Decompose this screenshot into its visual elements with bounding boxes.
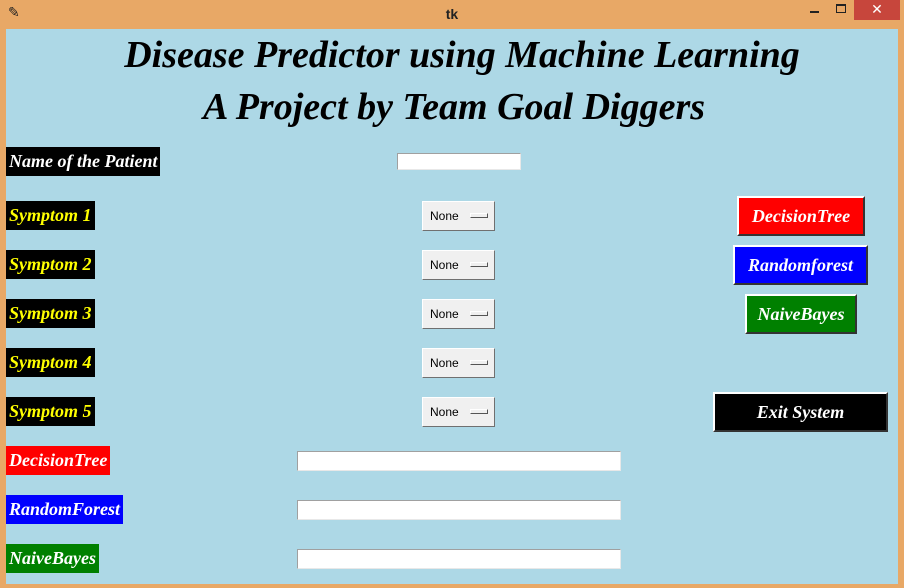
exit-system-button[interactable]: Exit System: [713, 392, 888, 432]
window-titlebar[interactable]: ✎ tk ✕: [0, 0, 904, 28]
symptom-4-dropdown[interactable]: None: [422, 348, 495, 378]
naive-bayes-result-label: NaiveBayes: [6, 544, 99, 573]
main-window: Disease Predictor using Machine Learning…: [6, 29, 898, 584]
symptom-3-value: None: [430, 307, 459, 321]
symptom-5-dropdown[interactable]: None: [422, 397, 495, 427]
dropdown-indicator-icon: [470, 360, 488, 365]
minimize-button[interactable]: [800, 0, 830, 20]
page-subtitle: A Project by Team Goal Diggers: [202, 86, 706, 128]
page-title: Disease Predictor using Machine Learning: [124, 34, 800, 76]
symptom-3-dropdown[interactable]: None: [422, 299, 495, 329]
decision-tree-result-field[interactable]: [297, 451, 621, 471]
symptom-2-dropdown[interactable]: None: [422, 250, 495, 280]
window-title: tk: [445, 6, 459, 22]
maximize-button[interactable]: [828, 0, 854, 20]
dropdown-indicator-icon: [470, 409, 488, 414]
dropdown-indicator-icon: [470, 311, 488, 316]
naive-bayes-result-field[interactable]: [297, 549, 621, 569]
symptom-4-value: None: [430, 356, 459, 370]
random-forest-result-field[interactable]: [297, 500, 621, 520]
dropdown-indicator-icon: [470, 262, 488, 267]
symptom-1-label: Symptom 1: [6, 201, 95, 230]
symptom-5-value: None: [430, 405, 459, 419]
patient-name-input[interactable]: [397, 153, 521, 170]
symptom-2-value: None: [430, 258, 459, 272]
naive-bayes-button[interactable]: NaiveBayes: [745, 294, 857, 334]
symptom-1-value: None: [430, 209, 459, 223]
symptom-3-label: Symptom 3: [6, 299, 95, 328]
close-button[interactable]: ✕: [854, 0, 900, 20]
decision-tree-result-label: DecisionTree: [6, 446, 111, 475]
patient-name-label: Name of the Patient: [6, 147, 161, 176]
symptom-2-label: Symptom 2: [6, 250, 95, 279]
symptom-1-dropdown[interactable]: None: [422, 201, 495, 231]
random-forest-button[interactable]: Randomforest: [733, 245, 868, 285]
random-forest-result-label: RandomForest: [6, 495, 124, 524]
symptom-5-label: Symptom 5: [6, 397, 95, 426]
decision-tree-button[interactable]: DecisionTree: [737, 196, 865, 236]
maximize-icon: [836, 4, 846, 13]
symptom-4-label: Symptom 4: [6, 348, 95, 377]
minimize-icon: [810, 11, 819, 13]
dropdown-indicator-icon: [470, 213, 488, 218]
close-icon: ✕: [871, 2, 883, 18]
